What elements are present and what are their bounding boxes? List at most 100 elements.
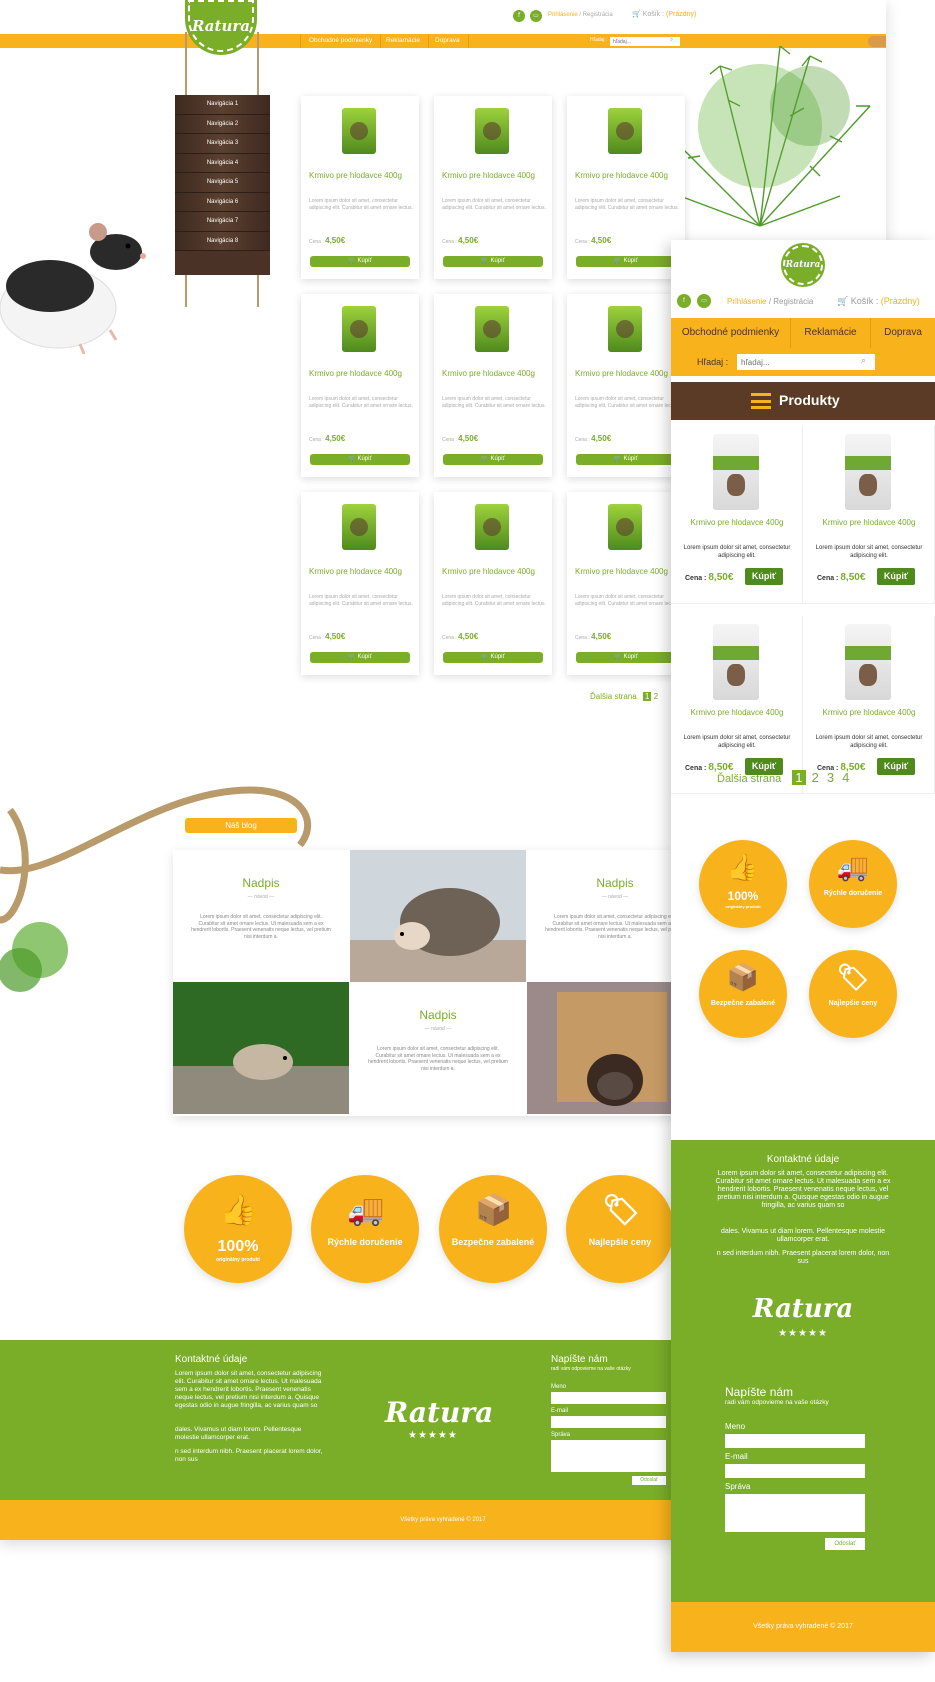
- product-title[interactable]: Krmivo pre hlodavce 400g: [575, 566, 679, 577]
- product-title[interactable]: Krmivo pre hlodavce 400g: [309, 368, 413, 379]
- page-2[interactable]: 2: [654, 692, 658, 701]
- product-image[interactable]: [475, 306, 509, 352]
- cart-link[interactable]: 🛒 Košík : (Prázdny): [632, 10, 696, 18]
- sidebar-item-3[interactable]: Navigácia 3: [175, 134, 270, 154]
- product-title[interactable]: Krmivo pre hlodavce 400g: [442, 566, 546, 577]
- buy-button[interactable]: 🛒 Kúpiť: [310, 256, 410, 267]
- product-image[interactable]: [342, 504, 376, 550]
- chat-icon[interactable]: ▭: [530, 10, 542, 22]
- nav-terms[interactable]: Obchodné podmienky: [671, 318, 791, 348]
- product-card[interactable]: Krmivo pre hlodavce 400g Lorem ipsum dolo…: [803, 616, 935, 794]
- product-card[interactable]: Krmivo pre hlodavce 400g Lorem ipsum dolo…: [301, 492, 419, 675]
- search-icon[interactable]: ⌕: [670, 36, 673, 44]
- product-card[interactable]: Krmivo pre hlodavce 400g Lorem ipsum dolo…: [803, 426, 935, 604]
- product-image[interactable]: [475, 504, 509, 550]
- product-description: Lorem ipsum dolor sit amet, consectetur …: [309, 198, 413, 211]
- buy-button[interactable]: 🛒 Kúpiť: [310, 454, 410, 465]
- product-card[interactable]: Krmivo pre hlodavce 400g Lorem ipsum dolo…: [567, 294, 685, 477]
- product-image[interactable]: [713, 434, 759, 510]
- blog-post-3[interactable]: Nadpis — návod — Lorem ipsum dolor sit a…: [350, 982, 526, 1114]
- register-link[interactable]: Registrácia: [583, 12, 613, 18]
- sidebar-item-8[interactable]: Navigácia 8: [175, 231, 270, 251]
- email-field[interactable]: [551, 1416, 666, 1428]
- buy-button[interactable]: 🛒 Kúpiť: [576, 256, 676, 267]
- buy-button[interactable]: Kúpiť: [877, 568, 915, 585]
- product-title[interactable]: Krmivo pre hlodavce 400g: [575, 170, 679, 181]
- sidebar-item-6[interactable]: Navigácia 6: [175, 192, 270, 212]
- product-title[interactable]: Krmivo pre hlodavce 400g: [575, 368, 679, 379]
- page-1[interactable]: 1: [792, 770, 806, 785]
- message-field[interactable]: [725, 1494, 865, 1532]
- blog-post-1[interactable]: Nadpis — návod — Lorem ipsum dolor sit a…: [173, 850, 349, 982]
- name-field[interactable]: [725, 1434, 865, 1448]
- buy-button[interactable]: 🛒 Kúpiť: [443, 652, 543, 663]
- product-title[interactable]: Krmivo pre hlodavce 400g: [671, 708, 803, 718]
- product-image[interactable]: [608, 108, 642, 154]
- register-link[interactable]: Registrácia: [773, 297, 813, 306]
- search-input[interactable]: [737, 354, 875, 370]
- menu-icon[interactable]: [751, 393, 771, 409]
- buy-button[interactable]: 🛒 Kúpiť: [310, 652, 410, 663]
- nav-complaints[interactable]: Reklamácie: [791, 318, 871, 348]
- nav-terms[interactable]: Obchodné podmienky: [300, 34, 382, 48]
- buy-button[interactable]: Kúpiť: [877, 758, 915, 775]
- buy-button[interactable]: 🛒 Kúpiť: [443, 454, 543, 465]
- facebook-icon[interactable]: f: [677, 294, 691, 308]
- email-field[interactable]: [725, 1464, 865, 1478]
- product-image[interactable]: [608, 306, 642, 352]
- sidebar-item-7[interactable]: Navigácia 7: [175, 212, 270, 232]
- page-3[interactable]: 3: [827, 770, 834, 785]
- product-card[interactable]: Krmivo pre hlodavce 400g Lorem ipsum dolo…: [567, 96, 685, 279]
- cart-link[interactable]: 🛒 Košík : (Prázdny): [837, 296, 920, 307]
- product-title[interactable]: Krmivo pre hlodavce 400g: [442, 368, 546, 379]
- sidebar-item-4[interactable]: Navigácia 4: [175, 153, 270, 173]
- login-link[interactable]: Prihlásenie: [727, 297, 767, 306]
- product-card[interactable]: Krmivo pre hlodavce 400g Lorem ipsum dolo…: [567, 492, 685, 675]
- product-card[interactable]: Krmivo pre hlodavce 400g Lorem ipsum dolo…: [434, 96, 552, 279]
- product-image[interactable]: [608, 504, 642, 550]
- product-card[interactable]: Krmivo pre hlodavce 400g Lorem ipsum dolo…: [301, 294, 419, 477]
- login-link[interactable]: Prihlásenie: [548, 12, 578, 18]
- product-title[interactable]: Krmivo pre hlodavce 400g: [442, 170, 546, 181]
- page-4[interactable]: 4: [842, 770, 849, 785]
- product-title[interactable]: Krmivo pre hlodavce 400g: [803, 518, 935, 528]
- product-image[interactable]: [342, 306, 376, 352]
- chat-icon[interactable]: ▭: [697, 294, 711, 308]
- sidebar-item-5[interactable]: Navigácia 5: [175, 173, 270, 193]
- send-button[interactable]: Odoslať: [632, 1476, 666, 1485]
- nav-shipping[interactable]: Doprava: [871, 318, 935, 348]
- buy-button[interactable]: Kúpiť: [745, 568, 783, 585]
- facebook-icon[interactable]: f: [513, 10, 525, 22]
- product-image[interactable]: [713, 624, 759, 700]
- buy-button[interactable]: 🛒 Kúpiť: [576, 652, 676, 663]
- product-card[interactable]: Krmivo pre hlodavce 400g Lorem ipsum dolo…: [434, 492, 552, 675]
- product-image[interactable]: [475, 108, 509, 154]
- sidebar-item-1[interactable]: Navigácia 1: [175, 95, 270, 115]
- page-2[interactable]: 2: [812, 770, 819, 785]
- product-title[interactable]: Krmivo pre hlodavce 400g: [803, 708, 935, 718]
- product-title[interactable]: Krmivo pre hlodavce 400g: [309, 566, 413, 577]
- product-image[interactable]: [845, 434, 891, 510]
- message-field[interactable]: [551, 1440, 666, 1472]
- product-image[interactable]: [342, 108, 376, 154]
- search-icon[interactable]: ⌕: [861, 355, 866, 366]
- product-card[interactable]: Krmivo pre hlodavce 400g Lorem ipsum dolo…: [671, 426, 803, 604]
- buy-button[interactable]: 🛒 Kúpiť: [443, 256, 543, 267]
- sidebar-item-2[interactable]: Navigácia 2: [175, 114, 270, 134]
- name-field[interactable]: [551, 1392, 666, 1404]
- buy-button[interactable]: 🛒 Kúpiť: [576, 454, 676, 465]
- mobile-logo[interactable]: Ratura: [783, 245, 823, 285]
- blog-post-text: Lorem ipsum dolor sit amet, consectetur …: [545, 914, 685, 940]
- product-card[interactable]: Krmivo pre hlodavce 400g Lorem ipsum dolo…: [671, 616, 803, 794]
- product-title[interactable]: Krmivo pre hlodavce 400g: [309, 170, 413, 181]
- page-1[interactable]: 1: [642, 692, 652, 701]
- nav-shipping[interactable]: Doprava: [427, 34, 469, 48]
- product-card[interactable]: Krmivo pre hlodavce 400g Lorem ipsum dolo…: [434, 294, 552, 477]
- send-button[interactable]: Odoslať: [825, 1538, 865, 1550]
- product-title[interactable]: Krmivo pre hlodavce 400g: [671, 518, 803, 528]
- feature-packaging: 📦 Bezpečne zabalené: [699, 950, 787, 1038]
- nav-complaints[interactable]: Reklamácie: [378, 34, 429, 48]
- contact-title: Kontaktné údaje: [766, 1154, 840, 1165]
- product-image[interactable]: [845, 624, 891, 700]
- product-card[interactable]: Krmivo pre hlodavce 400g Lorem ipsum dolo…: [301, 96, 419, 279]
